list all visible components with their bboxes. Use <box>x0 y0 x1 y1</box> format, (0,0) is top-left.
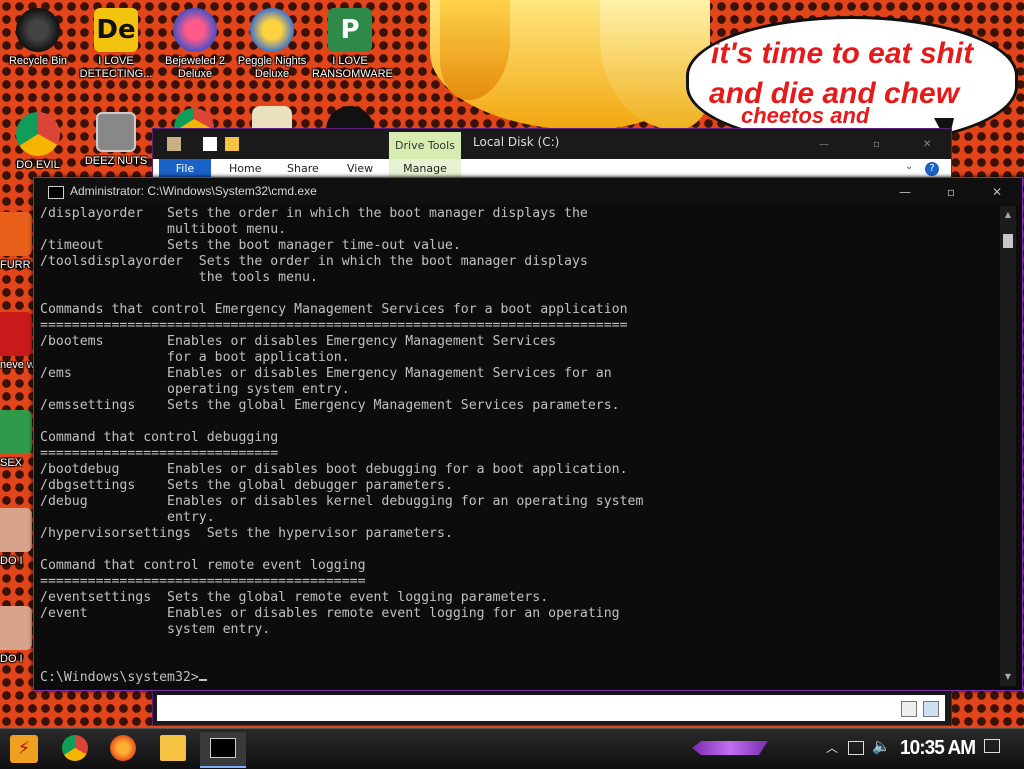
chevron-up-icon[interactable]: ︿ <box>826 739 838 756</box>
cmd-title: Administrator: C:\Windows\System32\cmd.e… <box>70 184 317 198</box>
desktop-icon-do-evil[interactable]: DO EVIL <box>0 112 76 172</box>
firefox-icon[interactable] <box>110 735 136 761</box>
taskbar: ⚡ ︿ 🔈 10:35 AM <box>0 728 1024 769</box>
cmd-icon <box>48 186 64 199</box>
minimize-button[interactable]: — <box>888 182 922 202</box>
desktop-icon-i-love-ransomware[interactable]: P I LOVE RANSOMWARE <box>312 8 393 81</box>
scroll-down-arrow-icon[interactable]: ▼ <box>1002 672 1014 682</box>
app-icon <box>0 410 32 454</box>
desktop-icon-label: Recycle Bin <box>8 55 68 67</box>
desktop-icon-recycle-bin[interactable]: Recycle Bin <box>0 8 76 68</box>
photo-icon <box>0 508 32 552</box>
bejeweled-icon <box>173 8 217 52</box>
cmd-window[interactable]: Administrator: C:\Windows\System32\cmd.e… <box>33 177 1023 691</box>
cmd-output[interactable]: /displayorder Sets the order in which th… <box>40 206 1000 688</box>
new-folder-icon[interactable] <box>225 137 239 151</box>
help-icon[interactable]: ? <box>925 162 939 176</box>
tab-file[interactable]: File <box>159 159 211 179</box>
taskbar-decoration <box>692 741 768 755</box>
bubble-text-line-3: cheetos and <box>741 103 870 128</box>
large-icons-view-icon[interactable] <box>923 701 939 717</box>
maximize-button[interactable]: ▫ <box>934 182 968 202</box>
bubble-text-line-1: it's time to eat shit <box>711 37 974 70</box>
desktop-icon-label: DO EVIL <box>16 159 60 171</box>
file-explorer-icon[interactable] <box>160 735 186 761</box>
desktop-icon-label: Bejeweled 2 Deluxe <box>165 55 225 80</box>
notification-icon[interactable] <box>984 739 1000 753</box>
volume-icon[interactable]: 🔈 <box>872 737 891 755</box>
tab-share[interactable]: Share <box>287 162 319 175</box>
desktop-icon-deez-nuts[interactable]: DEEZ NUTS <box>78 112 154 168</box>
close-button[interactable]: ✕ <box>923 139 941 150</box>
explorer-titlebar[interactable]: Drive Tools Local Disk (C:) — ▫ ✕ <box>153 129 951 160</box>
desktop-icon-label: I LOVE RANSOMWARE <box>312 55 393 80</box>
de-app-icon: De <box>94 8 138 52</box>
speech-bubble: it's time to eat shit and die and chew c… <box>686 16 1018 146</box>
explorer-status-bar <box>157 695 945 721</box>
quick-access-icon[interactable] <box>167 137 181 151</box>
cmd-output-text: /displayorder Sets the order in which th… <box>40 206 644 637</box>
close-button[interactable]: ✕ <box>980 182 1014 202</box>
tab-home[interactable]: Home <box>229 162 261 175</box>
explorer-title: Local Disk (C:) <box>473 135 560 149</box>
explorer-ribbon-tabs: File Home Share View Manage ⌄ ? <box>153 159 951 179</box>
stacked-windows-icon <box>96 112 136 152</box>
desktop-icon-peggle[interactable]: Peggle Nights Deluxe <box>234 8 310 81</box>
peggle-icon <box>250 8 294 52</box>
tab-view[interactable]: View <box>347 162 373 175</box>
publisher-icon: P <box>328 8 372 52</box>
taskbar-clock[interactable]: 10:35 AM <box>900 737 976 760</box>
chrome-icon[interactable] <box>62 735 88 761</box>
app-icon-partial <box>174 108 214 130</box>
chevron-down-icon[interactable]: ⌄ <box>905 161 913 172</box>
recycle-bin-icon <box>16 8 60 52</box>
desktop-icon-i-love-detecting[interactable]: De I LOVE DETECTING... <box>78 8 154 81</box>
desktop-icon-label: DEEZ NUTS <box>84 155 148 167</box>
details-view-icon[interactable] <box>901 701 917 717</box>
desktop-icon-bejeweled[interactable]: Bejeweled 2 Deluxe <box>157 8 233 81</box>
cmd-taskbar-button[interactable] <box>200 732 246 768</box>
cmd-icon <box>210 738 236 758</box>
network-icon[interactable] <box>848 741 864 755</box>
gear-app-icon <box>326 106 374 130</box>
desktop-icon-label: Peggle Nights Deluxe <box>237 55 307 80</box>
cmd-prompt: C:\Windows\system32> <box>40 670 199 685</box>
cmd-titlebar[interactable]: Administrator: C:\Windows\System32\cmd.e… <box>34 178 1022 205</box>
vertical-scrollbar[interactable]: ▲ ▼ <box>1000 206 1016 686</box>
start-button[interactable]: ⚡ <box>10 735 38 763</box>
text-cursor <box>198 679 207 681</box>
properties-icon[interactable] <box>203 137 217 151</box>
scrollbar-thumb[interactable] <box>1003 234 1013 248</box>
photo-icon <box>0 606 32 650</box>
maximize-button[interactable]: ▫ <box>873 139 891 150</box>
app-icon <box>0 212 32 256</box>
chrome-icon <box>16 112 60 156</box>
desktop-icon-label: I LOVE DETECTING... <box>79 55 153 80</box>
app-icon <box>0 312 32 356</box>
scroll-up-arrow-icon[interactable]: ▲ <box>1002 210 1014 220</box>
app-icon-partial <box>252 106 292 130</box>
tab-manage[interactable]: Manage <box>389 159 461 179</box>
minimize-button[interactable]: — <box>819 139 837 150</box>
drive-tools-context-tab[interactable]: Drive Tools <box>389 132 461 160</box>
